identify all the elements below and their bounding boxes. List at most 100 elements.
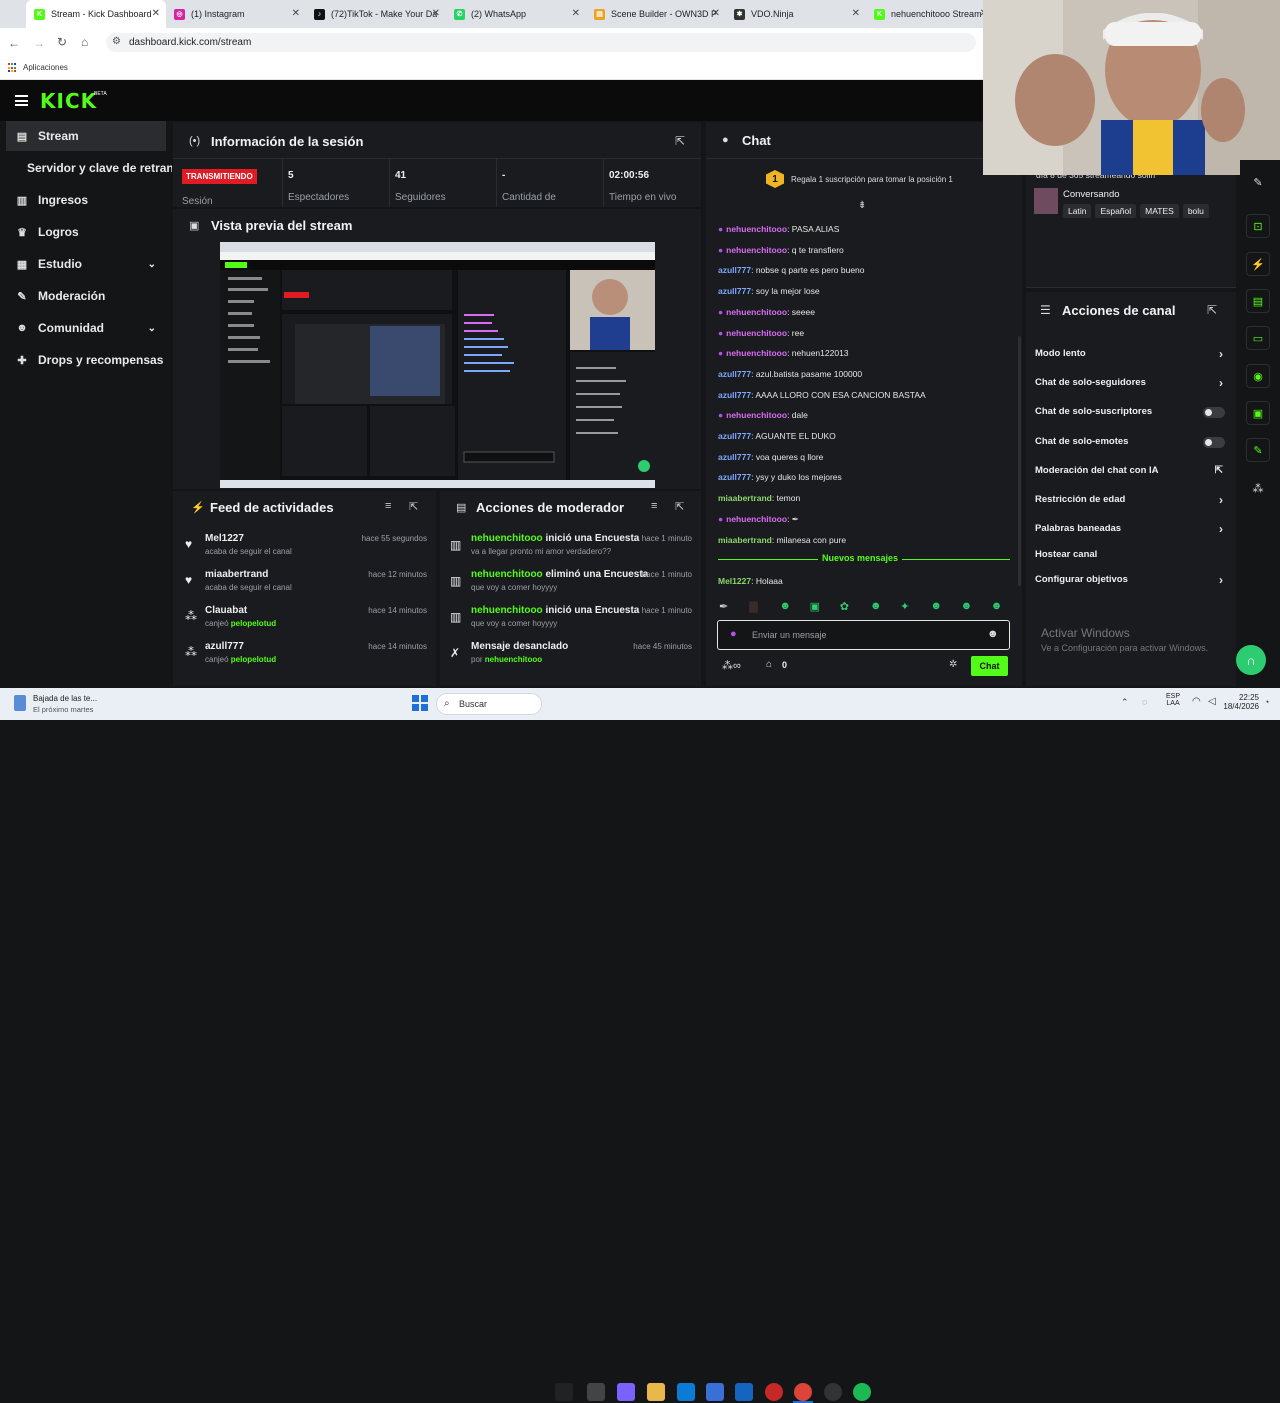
stream-preview-video[interactable]	[220, 242, 655, 488]
close-tab-icon[interactable]: ✕	[432, 8, 440, 19]
chat-username[interactable]: azull777	[718, 390, 751, 400]
sidebar-item-4[interactable]: ▦ Estudio ⌄	[6, 249, 166, 279]
close-tab-icon[interactable]: ✕	[292, 8, 300, 19]
new-messages-label[interactable]: Nuevos mensajes	[818, 553, 903, 563]
browser-tab[interactable]: ✆ (2) WhatsApp ✕	[446, 0, 586, 28]
edge-browser-icon[interactable]	[677, 1383, 695, 1401]
mod-action[interactable]: nehuenchitooo inició una Encuesta	[471, 533, 639, 544]
popout-icon[interactable]: ⇱	[675, 500, 684, 513]
outlook-icon[interactable]	[735, 1383, 753, 1401]
users-link-icon[interactable]: ⁂∞	[722, 659, 741, 672]
chat-username[interactable]: azull777	[718, 265, 751, 275]
mod-action[interactable]: nehuenchitooo inició una Encuesta	[471, 605, 639, 616]
taskbar-search[interactable]: ⌕ Buscar	[436, 693, 542, 715]
notif-title[interactable]: Bajada de las te...	[33, 694, 97, 703]
address-bar[interactable]: ⚙ dashboard.kick.com/stream	[106, 33, 976, 52]
sidebar-item-2[interactable]: ▥ Ingresos	[6, 185, 166, 215]
feed-username[interactable]: Clauabat	[205, 605, 247, 616]
obs-icon[interactable]	[824, 1383, 842, 1401]
browser-tab[interactable]: ▤ Scene Builder - OWN3D P ✕	[586, 0, 726, 28]
volume-icon[interactable]: ◁	[1208, 696, 1216, 707]
chat-username[interactable]: nehuenchitooo	[726, 514, 787, 524]
focus-icon[interactable]: ⊡	[1246, 214, 1270, 238]
popout-icon[interactable]: ⇱	[409, 500, 418, 513]
bolt-icon[interactable]: ⚡	[1246, 252, 1270, 276]
pinned-collapse-icon[interactable]: ⇟	[858, 200, 866, 211]
sidebar-item-0[interactable]: ▤ Stream	[6, 121, 166, 151]
channel-action-7[interactable]: Hostear canal	[1035, 549, 1225, 563]
pencil-icon[interactable]: ✎	[1246, 170, 1270, 194]
emote-icon[interactable]: ▇	[749, 600, 757, 613]
channel-action-1[interactable]: Chat de solo-seguidores ›	[1035, 376, 1225, 391]
sidebar-item-7[interactable]: ✚ Drops y recompensas	[6, 345, 166, 375]
chat-username[interactable]: nehuenchitooo	[726, 224, 787, 234]
windows-start-icon[interactable]	[412, 695, 428, 711]
stream-category[interactable]: Conversando	[1063, 189, 1120, 200]
send-chat-button[interactable]: Chat	[971, 656, 1008, 676]
save-icon[interactable]: ▣	[1246, 401, 1270, 425]
stream-tag[interactable]: Latin	[1063, 204, 1092, 218]
wrench-icon[interactable]: ✎	[1246, 438, 1270, 462]
chat-username[interactable]: azull777	[718, 452, 751, 462]
clock[interactable]: 22:25 18/4/2026	[1221, 693, 1259, 711]
browser-tab[interactable]: Knehuenchitooo Stream - K✕	[866, 0, 994, 28]
emote-icon[interactable]: ☻	[779, 600, 791, 612]
toggle-switch[interactable]	[1203, 407, 1225, 418]
emote-icon[interactable]: ✦	[900, 600, 909, 613]
apps-grid-icon[interactable]	[8, 63, 18, 73]
feed-username[interactable]: azull777	[205, 641, 244, 652]
gift-text[interactable]: Regala 1 suscripción para tomar la posic…	[791, 175, 953, 184]
emote-icon[interactable]: ☻	[961, 600, 973, 612]
browser-tab[interactable]: ◎ (1) Instagram ✕	[166, 0, 306, 28]
close-tab-icon[interactable]: ✕	[572, 8, 580, 19]
channel-action-3[interactable]: Chat de solo-emotes	[1035, 436, 1225, 450]
chat-username[interactable]: azull777	[718, 431, 751, 441]
channel-action-0[interactable]: Modo lento ›	[1035, 347, 1225, 362]
settings-icon[interactable]: ✲	[949, 659, 957, 670]
menu-icon[interactable]	[15, 95, 28, 106]
browser-tab[interactable]: ♪ (72)TikTok - Make Your Da ✕	[306, 0, 446, 28]
chat-username[interactable]: nehuenchitooo	[726, 348, 787, 358]
weather-icon[interactable]	[14, 695, 26, 711]
mod-action[interactable]: Mensaje desanclado	[471, 641, 568, 652]
close-tab-icon[interactable]: ✕	[712, 8, 720, 19]
browser-tab[interactable]: ✱ VDO.Ninja ✕	[726, 0, 866, 28]
popout-icon[interactable]: ⇱	[675, 134, 685, 148]
chat-username[interactable]: azull777	[718, 472, 751, 482]
chrome-icon[interactable]	[794, 1383, 812, 1401]
emote-icon[interactable]: ☻	[991, 600, 1003, 612]
channel-action-8[interactable]: Configurar objetivos ›	[1035, 573, 1225, 588]
bookmark-apps[interactable]: Aplicaciones	[23, 63, 68, 72]
notification-bell-icon[interactable]: ◔	[1264, 697, 1269, 707]
chat-username[interactable]: nehuenchitooo	[726, 410, 787, 420]
emote-icon[interactable]: ✿	[840, 600, 849, 613]
sidebar-item-1[interactable]: Servidor y clave de retransmisión	[6, 153, 172, 183]
chat-username[interactable]: miaabertrand	[718, 535, 772, 545]
browser-tab[interactable]: K Stream - Kick Dashboard ✕	[26, 0, 166, 28]
copilot-icon[interactable]	[617, 1383, 635, 1401]
file-explorer-icon[interactable]	[587, 1383, 605, 1401]
folder-icon[interactable]	[647, 1383, 665, 1401]
emoji-icon[interactable]: ☻	[987, 628, 999, 640]
chat-username[interactable]: miaabertrand	[718, 493, 772, 503]
feed-username[interactable]: Mel1227	[205, 533, 244, 544]
filter-icon[interactable]: ≡	[651, 500, 657, 512]
store-icon[interactable]	[706, 1383, 724, 1401]
language-indicator[interactable]: ESP LAA	[1166, 693, 1180, 707]
close-tab-icon[interactable]: ✕	[852, 8, 860, 19]
site-info-icon[interactable]: ⚙	[112, 36, 121, 47]
feed-username[interactable]: miaabertrand	[205, 569, 268, 580]
mod-username[interactable]: nehuenchitooo	[471, 533, 543, 544]
popout-icon[interactable]: ⇱	[1207, 303, 1217, 317]
toggle-switch[interactable]	[1203, 437, 1225, 448]
mod-username[interactable]: nehuenchitooo	[471, 569, 543, 580]
network-tray-icon[interactable]: ◌	[1142, 697, 1147, 707]
chat-username[interactable]: nehuenchitooo	[726, 245, 787, 255]
wifi-icon[interactable]: ◠	[1192, 696, 1201, 707]
chat-username[interactable]: azull777	[718, 369, 751, 379]
channel-action-6[interactable]: Palabras baneadas ›	[1035, 522, 1225, 537]
sidebar-item-5[interactable]: ✎ Moderación	[6, 281, 166, 311]
stream-tag[interactable]: MATES	[1140, 204, 1179, 218]
sidebar-item-6[interactable]: ☻ Comunidad ⌄	[6, 313, 166, 343]
headset-icon[interactable]: ∩	[1236, 645, 1266, 675]
